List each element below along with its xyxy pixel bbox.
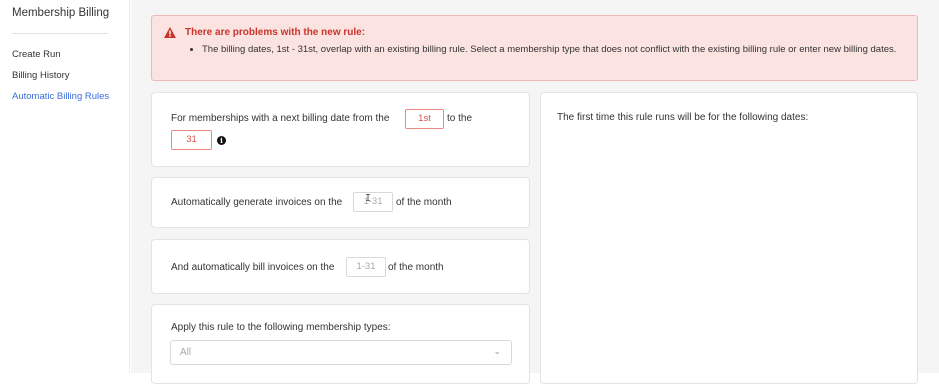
membership-type-select[interactable]: All ⌄	[170, 340, 512, 365]
preview-heading: The first time this rule runs will be fo…	[557, 112, 809, 123]
warning-icon	[164, 27, 176, 38]
generate-invoices-card: Automatically generate invoices on the 1…	[151, 177, 530, 228]
alert-title: There are problems with the new rule:	[185, 27, 366, 38]
error-alert: There are problems with the new rule: Th…	[151, 15, 918, 81]
sidebar-item-billing-history[interactable]: Billing History	[12, 71, 109, 92]
info-icon[interactable]: i	[217, 136, 226, 145]
date-range-prefix: For memberships with a next billing date…	[171, 113, 390, 124]
billing-date-range-card: For memberships with a next billing date…	[151, 92, 530, 167]
sidebar-item-create-run[interactable]: Create Run	[12, 50, 109, 71]
bill-invoices-card: And automatically bill invoices on the 1…	[151, 239, 530, 294]
main-content: There are problems with the new rule: Th…	[131, 0, 939, 384]
sidebar-title: Membership Billing	[12, 7, 110, 19]
text-cursor-icon: I	[365, 193, 372, 204]
sidebar-nav: Create Run Billing History Automatic Bil…	[12, 50, 109, 113]
sidebar-item-automatic-billing-rules[interactable]: Automatic Billing Rules	[12, 92, 109, 113]
bill-invoices-label: And automatically bill invoices on the	[171, 262, 335, 273]
alert-message: The billing dates, 1st - 31st, overlap w…	[202, 42, 902, 57]
generate-invoices-label: Automatically generate invoices on the	[171, 197, 343, 208]
generate-day-input[interactable]: 1-31	[353, 192, 393, 212]
bill-invoices-suffix: of the month	[388, 262, 444, 273]
membership-type-value: All	[180, 347, 192, 358]
sidebar-divider	[12, 33, 108, 34]
to-date-input[interactable]: 31	[171, 130, 212, 150]
sidebar: Membership Billing Create Run Billing Hi…	[0, 0, 130, 373]
bill-day-input[interactable]: 1-31	[346, 257, 386, 277]
generate-invoices-suffix: of the month	[396, 197, 452, 208]
membership-types-label: Apply this rule to the following members…	[171, 322, 391, 333]
rule-preview-panel: The first time this rule runs will be fo…	[540, 92, 918, 384]
alert-message-list: The billing dates, 1st - 31st, overlap w…	[202, 42, 902, 57]
date-range-to-label: to the	[447, 113, 473, 124]
from-date-input[interactable]: 1st	[405, 109, 444, 129]
chevron-down-icon: ⌄	[493, 346, 501, 356]
membership-types-card: Apply this rule to the following members…	[151, 304, 530, 384]
